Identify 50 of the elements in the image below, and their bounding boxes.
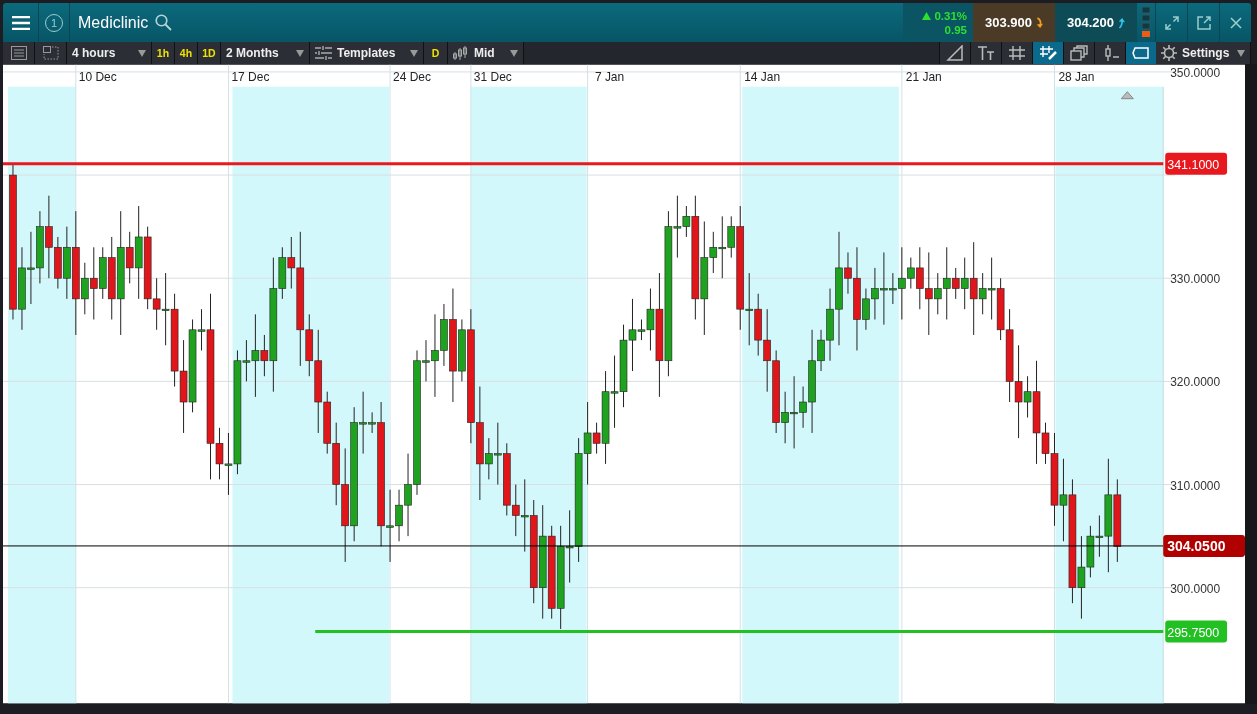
interval-option[interactable]: 4h <box>175 42 198 64</box>
level-line[interactable] <box>3 162 1164 166</box>
signal-meter-icon <box>1141 5 1151 40</box>
period-button[interactable]: D <box>424 42 448 64</box>
label-tool-icon[interactable] <box>1125 42 1156 64</box>
date-label: 10 Dec <box>78 69 117 84</box>
grid-select-icon[interactable] <box>35 42 67 64</box>
price-tick-label: 350.0000 <box>1170 65 1221 80</box>
instrument-name: Mediclinic <box>78 13 149 32</box>
level-price-label: 304.0500 <box>1167 537 1226 554</box>
candlestick-icon <box>453 46 469 60</box>
list-icon[interactable] <box>3 42 35 64</box>
sliders-icon <box>315 46 332 60</box>
buy-price-button[interactable]: 304.200 <box>1055 3 1137 42</box>
grid-tool-icon[interactable] <box>1001 42 1032 64</box>
up-triangle-icon <box>922 11 932 20</box>
templates-dropdown[interactable]: Templates <box>310 42 424 64</box>
date-label: 21 Jan <box>905 69 942 84</box>
price-tick-label: 330.0000 <box>1170 272 1221 287</box>
sell-price-button[interactable]: 303.900 <box>973 3 1055 42</box>
scroll-marker-icon[interactable] <box>1120 91 1134 100</box>
scrollbar[interactable] <box>1245 64 1257 704</box>
crosshair-tool-icon[interactable] <box>1032 42 1063 64</box>
caret-icon <box>510 49 518 57</box>
price-change: 0.31% 0.95 <box>903 3 973 42</box>
date-label: 28 Jan <box>1058 69 1095 84</box>
interval-dropdown[interactable]: 4 hours <box>67 42 152 64</box>
interval-option[interactable]: 1h <box>152 42 175 64</box>
price-tick-label: 300.0000 <box>1170 581 1221 596</box>
date-label: 31 Dec <box>473 69 512 84</box>
settings-dropdown[interactable]: Settings <box>1156 42 1251 64</box>
date-label: 17 Dec <box>231 69 270 84</box>
layers-tool-icon[interactable] <box>1063 42 1094 64</box>
date-label: 24 Dec <box>393 69 431 84</box>
level-price-label: 341.1000 <box>1167 157 1220 172</box>
level-line[interactable] <box>3 545 1164 547</box>
price-tick-label: 310.0000 <box>1170 478 1221 493</box>
text-tool-icon[interactable] <box>970 42 1001 64</box>
price-tick-label: 320.0000 <box>1170 375 1221 390</box>
search-icon[interactable] <box>155 14 173 31</box>
ruler-tool-icon[interactable] <box>939 42 970 64</box>
level-price-label: 295.7500 <box>1167 625 1220 640</box>
date-label: 7 Jan <box>594 69 625 84</box>
cursor-tool-icon[interactable] <box>1094 42 1125 64</box>
range-dropdown[interactable]: 2 Months <box>221 42 310 64</box>
date-label: 14 Jan <box>744 69 781 84</box>
interval-option[interactable]: 1D <box>198 42 221 64</box>
settings-icon <box>1161 45 1177 61</box>
price-type-dropdown[interactable]: Mid <box>448 42 524 64</box>
caret-icon <box>1237 49 1245 57</box>
